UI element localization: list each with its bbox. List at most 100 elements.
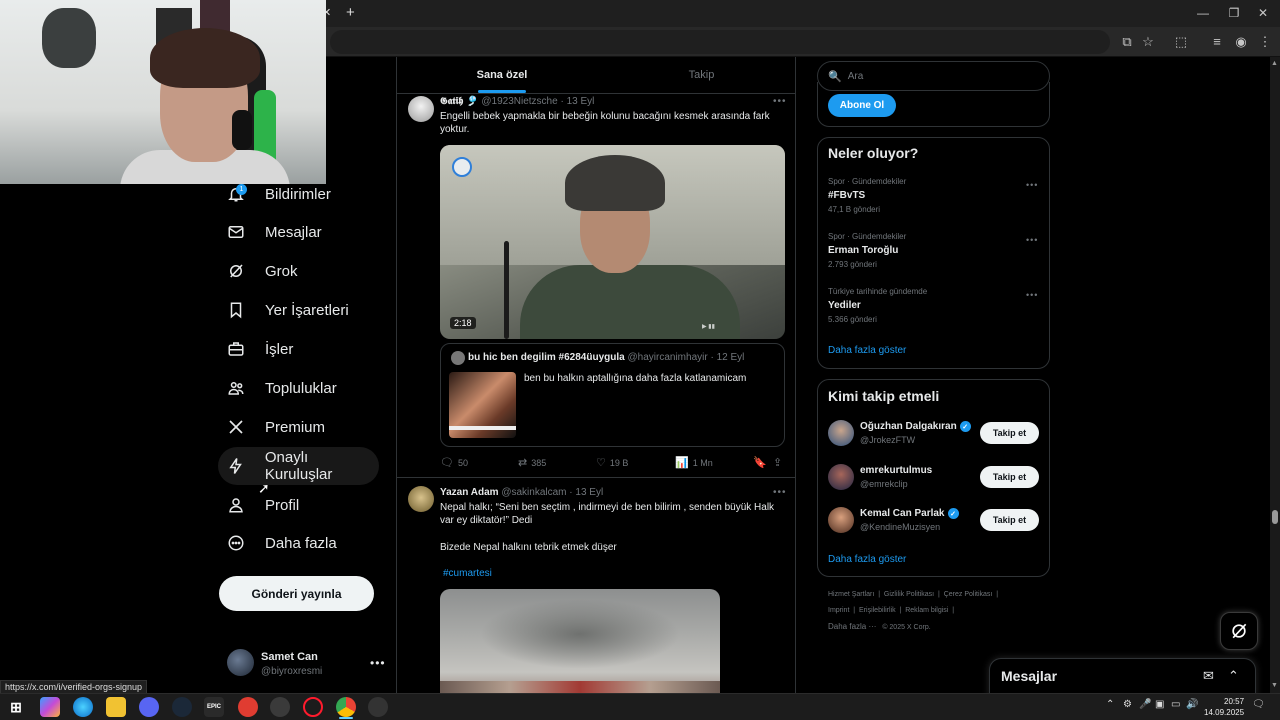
- notifications-icon[interactable]: 🗨: [1252, 699, 1265, 710]
- app-hex-icon[interactable]: [270, 697, 290, 717]
- extensions-icon[interactable]: ⬚: [1172, 34, 1190, 50]
- trend-more-icon[interactable]: •••: [1026, 290, 1038, 300]
- account-menu-icon[interactable]: •••: [370, 656, 386, 670]
- scroll-down-icon[interactable]: ▼: [1271, 682, 1278, 689]
- taskbar-clock[interactable]: 20:57 14.09.2025: [1204, 696, 1244, 718]
- footer-link-ads-info[interactable]: Reklam bilgisi: [905, 607, 948, 614]
- nav-messages[interactable]: Mesajlar: [218, 213, 322, 251]
- nav-verified-orgs[interactable]: Onaylı Kuruluşlar: [218, 447, 379, 485]
- subscribe-button[interactable]: Abone Ol: [828, 94, 896, 117]
- like-button[interactable]: ♡ 19 B: [596, 456, 628, 469]
- tweet-author-name[interactable]: 𝕲𝖆𝖙𝖎𝖍 🎐: [440, 96, 479, 107]
- scroll-up-icon[interactable]: ▲: [1271, 60, 1278, 67]
- follow-button[interactable]: Takip et: [980, 466, 1039, 488]
- new-tab-button[interactable]: +: [346, 4, 355, 21]
- follow-button[interactable]: Takip et: [980, 422, 1039, 444]
- app-target-icon[interactable]: [368, 697, 388, 717]
- tweet-author-handle[interactable]: @sakinkalcam: [501, 487, 566, 498]
- copilot-icon[interactable]: [40, 697, 60, 717]
- tweet-more-icon[interactable]: •••: [773, 96, 787, 107]
- tray-app-icon[interactable]: ▣: [1155, 699, 1164, 710]
- tweet-time[interactable]: 13 Eyl: [567, 96, 595, 107]
- windows-start-icon[interactable]: ⊞: [6, 697, 26, 717]
- hashtag-link[interactable]: #cumartesi: [443, 568, 492, 579]
- trends-show-more-link[interactable]: Daha fazla göster: [828, 345, 906, 356]
- footer-link-imprint[interactable]: Imprint: [828, 607, 849, 614]
- media-control-icon[interactable]: ≡: [1208, 34, 1226, 50]
- new-message-icon[interactable]: ✉: [1203, 668, 1214, 684]
- tray-app-icon[interactable]: ⚙: [1123, 699, 1132, 710]
- repost-button[interactable]: ⇄ 385: [518, 456, 546, 469]
- footer-link-accessibility[interactable]: Erişilebilirlik: [859, 607, 896, 614]
- edge-icon[interactable]: [73, 697, 93, 717]
- nav-communities[interactable]: Topluluklar: [218, 369, 337, 407]
- trend-name[interactable]: Yediler: [828, 300, 861, 311]
- grok-fab-button[interactable]: [1220, 612, 1258, 650]
- nav-jobs[interactable]: İşler: [218, 330, 293, 368]
- nav-grok[interactable]: Grok: [218, 252, 298, 290]
- footer-link-cookies[interactable]: Çerez Politikası: [944, 591, 993, 598]
- nav-more[interactable]: Daha fazla: [218, 524, 337, 562]
- volume-icon[interactable]: 🔊: [1186, 699, 1198, 710]
- nav-notifications[interactable]: Bildirimler: [218, 175, 331, 213]
- footer-link-more[interactable]: Daha fazla ···: [828, 622, 876, 631]
- share-button[interactable]: ⇪: [773, 456, 782, 469]
- trend-name[interactable]: Erman Toroğlu: [828, 245, 898, 256]
- tweet-time[interactable]: 13 Eyl: [575, 487, 603, 498]
- epic-games-icon[interactable]: EPIC: [204, 697, 224, 717]
- views-button[interactable]: 📊 1 Mn: [675, 456, 713, 469]
- install-app-icon[interactable]: ⧉: [1118, 34, 1136, 50]
- tweet-avatar[interactable]: [408, 486, 434, 512]
- scrollbar-thumb[interactable]: [1272, 510, 1278, 524]
- app-red-icon[interactable]: [238, 697, 258, 717]
- network-icon[interactable]: ▭: [1171, 699, 1180, 710]
- bookmark-star-icon[interactable]: ☆: [1139, 34, 1157, 50]
- profile-icon[interactable]: ◉: [1232, 34, 1250, 50]
- opera-gx-icon[interactable]: [303, 697, 323, 717]
- minimize-button[interactable]: —: [1193, 6, 1213, 20]
- account-name[interactable]: Samet Can: [261, 651, 318, 663]
- follow-button[interactable]: Takip et: [980, 509, 1039, 531]
- nav-profile[interactable]: Profil: [218, 486, 299, 524]
- suggested-user-avatar[interactable]: [828, 420, 854, 446]
- trend-more-icon[interactable]: •••: [1026, 180, 1038, 190]
- tweet-more-icon[interactable]: •••: [773, 487, 787, 498]
- who-to-follow-show-more-link[interactable]: Daha fazla göster: [828, 554, 906, 565]
- steam-icon[interactable]: [172, 697, 192, 717]
- tab-following[interactable]: Takip: [607, 57, 796, 93]
- trend-name[interactable]: #FBvTS: [828, 190, 865, 201]
- tab-for-you[interactable]: Sana özel: [397, 57, 607, 93]
- chrome-icon[interactable]: [336, 697, 356, 717]
- browser-menu-icon[interactable]: ⋮: [1256, 34, 1274, 50]
- tray-overflow-icon[interactable]: ⌃: [1106, 699, 1114, 710]
- restore-button[interactable]: ❐: [1224, 6, 1244, 20]
- tweet-author-handle[interactable]: @1923Nietzsche: [481, 96, 557, 107]
- post-button[interactable]: Gönderi yayınla: [219, 576, 374, 611]
- microphone-icon[interactable]: 🎤: [1139, 699, 1151, 710]
- account-handle[interactable]: @biyroxresmi: [261, 666, 322, 677]
- suggested-user-name[interactable]: Kemal Can Parlak ✓: [860, 508, 959, 519]
- address-bar[interactable]: [330, 30, 1110, 54]
- account-avatar[interactable]: [227, 649, 254, 676]
- bookmark-button[interactable]: 🔖: [753, 456, 767, 469]
- nav-bookmarks[interactable]: Yer İşaretleri: [218, 291, 349, 329]
- page-scrollbar[interactable]: [1270, 57, 1280, 693]
- footer-link-privacy[interactable]: Gizlilik Politikası: [884, 591, 934, 598]
- suggested-user-name[interactable]: emrekurtulmus: [860, 465, 932, 476]
- expand-drawer-icon[interactable]: ⌃: [1228, 668, 1239, 684]
- tweet-image[interactable]: [440, 589, 720, 693]
- footer-link-terms[interactable]: Hizmet Şartları: [828, 591, 874, 598]
- reply-button[interactable]: 🗨 50: [440, 456, 468, 469]
- tweet-video[interactable]: 2:18 ▶ ▮▮: [440, 145, 785, 339]
- search-input[interactable]: 🔍 Ara: [817, 61, 1050, 91]
- discord-icon[interactable]: [139, 697, 159, 717]
- close-window-button[interactable]: ✕: [1253, 6, 1273, 20]
- file-explorer-icon[interactable]: [106, 697, 126, 717]
- tweet-author-name[interactable]: Yazan Adam: [440, 487, 499, 498]
- nav-premium[interactable]: Premium: [218, 408, 325, 446]
- tweet-avatar[interactable]: [408, 96, 434, 122]
- suggested-user-avatar[interactable]: [828, 464, 854, 490]
- trend-more-icon[interactable]: •••: [1026, 235, 1038, 245]
- suggested-user-name[interactable]: Oğuzhan Dalgakıran ✓: [860, 421, 971, 432]
- suggested-user-avatar[interactable]: [828, 507, 854, 533]
